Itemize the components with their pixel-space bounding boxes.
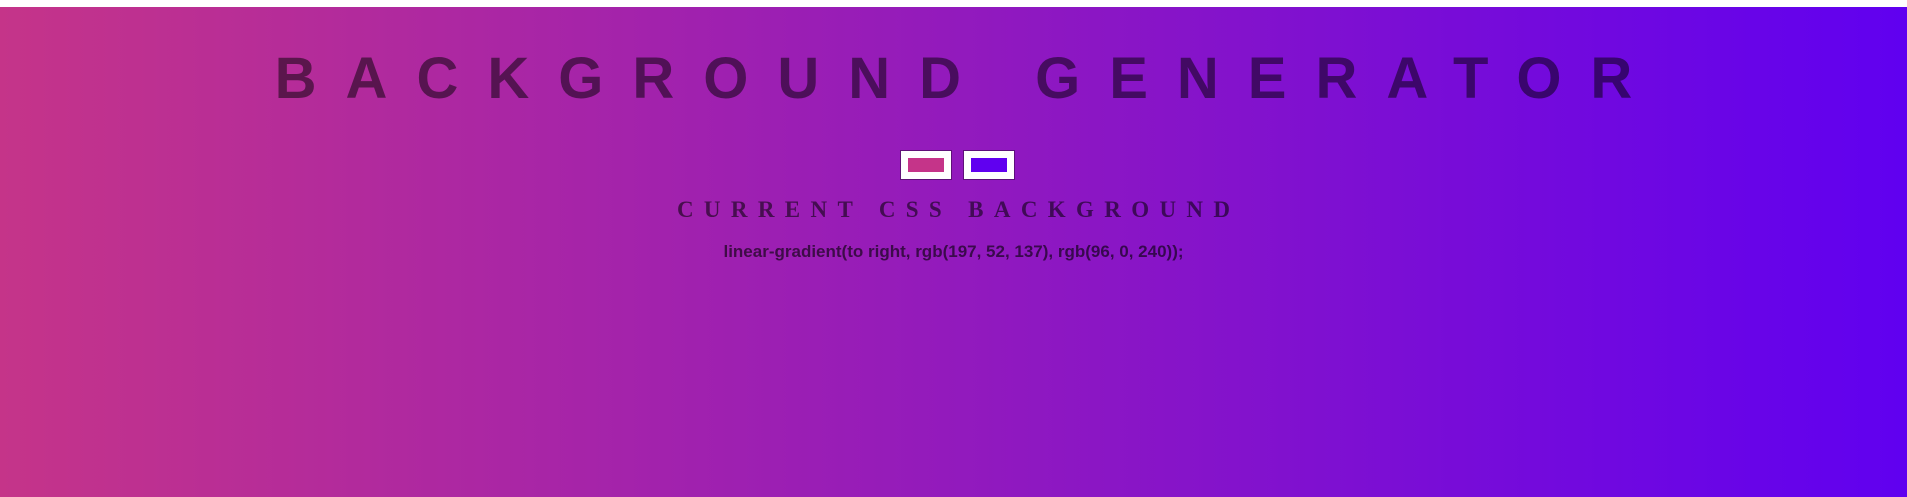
color-swatch-2: [971, 158, 1007, 172]
color-picker-2[interactable]: [963, 150, 1015, 180]
page-title: BACKGROUND GENERATOR: [274, 46, 1662, 111]
color-picker-1[interactable]: [900, 150, 952, 180]
color-swatch-1: [908, 158, 944, 172]
gradient-background: BACKGROUND GENERATOR CURRENT CSS BACKGRO…: [0, 7, 1907, 497]
css-background-value: linear-gradient(to right, rgb(197, 52, 1…: [723, 242, 1184, 261]
color-pickers: [0, 150, 1907, 180]
css-background-heading: CURRENT CSS BACKGROUND: [676, 197, 1241, 222]
